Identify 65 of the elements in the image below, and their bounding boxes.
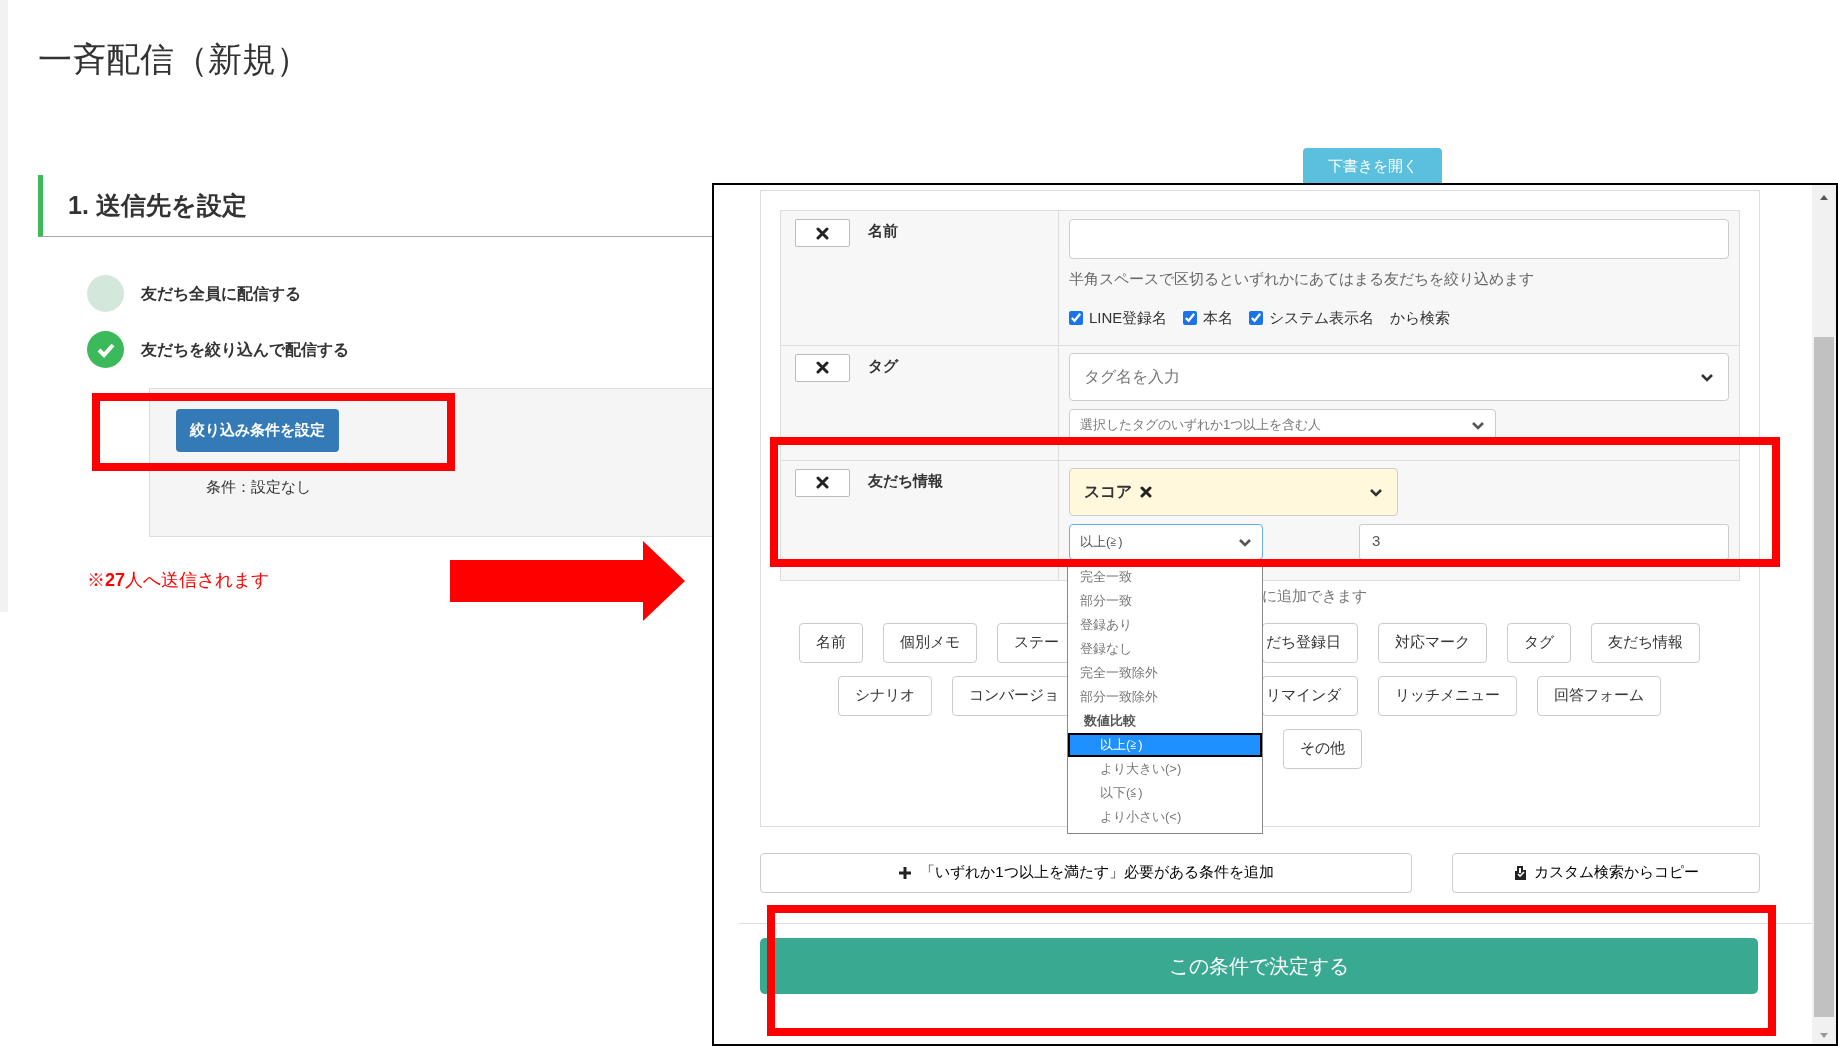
condition-type-button[interactable]: 個別メモ [883, 622, 977, 663]
tag-select[interactable]: タグ名を入力 [1069, 352, 1729, 401]
close-icon [816, 226, 829, 240]
condition-type-button[interactable]: シナリオ [838, 675, 932, 716]
close-icon [816, 361, 829, 374]
checkbox-label: システム表示名 [1269, 308, 1375, 328]
chevron-down-icon [1700, 371, 1714, 382]
page-title: 一斉配信（新規） [38, 39, 310, 80]
remove-button[interactable] [795, 468, 850, 497]
condition-type-button[interactable]: リッチメニュー [1378, 675, 1517, 716]
copy-button[interactable]: カスタム検索からコピー [1452, 852, 1760, 893]
checkbox[interactable] [1249, 311, 1264, 326]
dropdown-option[interactable]: より小さい(<) [1068, 804, 1262, 829]
condition-type-button[interactable]: 名前 [799, 622, 863, 663]
filter-button[interactable]: 絞り込み条件を設定 [176, 409, 339, 452]
condition-label: タグ [868, 355, 898, 376]
value-input-field[interactable]: 3 [1359, 523, 1729, 560]
operator-select[interactable]: 以上(≧) [1069, 523, 1263, 560]
chevron-down-icon [1471, 420, 1485, 430]
hint-text: 半角スペースで区切るといずれかにあてはまる友だちを絞り込めます [1069, 269, 1535, 289]
condition-type-button[interactable]: 回答フォーム [1537, 675, 1661, 716]
condition-label: 友だち情報 [868, 470, 943, 491]
close-icon [1140, 485, 1152, 498]
radio-unchecked[interactable] [87, 275, 124, 312]
checkbox[interactable] [1183, 311, 1198, 326]
chevron-down-icon [1369, 486, 1383, 497]
name-input-field[interactable] [1069, 219, 1729, 259]
remove-button[interactable] [795, 219, 850, 247]
hint-text: に追加できます [1262, 585, 1368, 606]
dropdown-option[interactable]: より大きい(>) [1068, 756, 1262, 781]
radio-label: 友だちを絞り込んで配信する [141, 339, 349, 360]
scroll-down-icon [1819, 1031, 1829, 1040]
radio-label: 友だち全員に配信する [141, 283, 301, 304]
dropdown-option[interactable]: 以下(≦) [1068, 780, 1262, 805]
chevron-down-icon [1238, 536, 1252, 547]
condition-type-button[interactable]: タグ [1507, 622, 1571, 663]
field-select[interactable]: スコア [1069, 467, 1398, 516]
condition-type-button[interactable]: その他 [1283, 728, 1362, 769]
scrollbar[interactable] [1812, 185, 1836, 1044]
radio-checked[interactable] [87, 331, 124, 368]
dropdown-option[interactable]: 部分一致 [1068, 588, 1262, 613]
condition-type-button[interactable]: 友だち情報 [1591, 622, 1700, 663]
close-icon [816, 476, 829, 489]
condition-type-button[interactable]: リマインダ [1262, 675, 1358, 716]
checkbox[interactable] [1069, 311, 1083, 326]
remove-button[interactable] [795, 353, 850, 382]
condition-type-button[interactable]: 対応マーク [1378, 622, 1487, 663]
condition-type-button[interactable]: だち登録日 [1262, 622, 1358, 663]
document-icon [1513, 864, 1528, 881]
suffix-text: から検索 [1390, 308, 1451, 328]
condition-label: 名前 [868, 221, 898, 241]
checkbox-label: LINE登録名 [1089, 308, 1168, 328]
condition-text: 条件：設定なし [206, 476, 311, 497]
checkbox-label: 本名 [1203, 308, 1234, 328]
dropdown-option[interactable]: 完全一致 [1068, 564, 1262, 589]
add-condition-button[interactable]: 「いずれか1つ以上を満たす」必要がある条件を追加 [760, 852, 1412, 893]
plus-icon [898, 865, 913, 880]
scrollbar-thumb[interactable] [1814, 337, 1834, 1017]
placeholder-text: タグ名を入力 [1084, 366, 1180, 387]
select-value: 以上(≧) [1080, 532, 1123, 551]
section-title: 1. 送信先を設定 [68, 189, 247, 221]
send-notice: ※27人へ送信されます [87, 569, 270, 592]
field-tag: スコア [1084, 479, 1132, 504]
scroll-up-icon [1819, 193, 1829, 202]
select-value: 選択したタグのいずれか1つ以上を含む人 [1080, 416, 1322, 435]
